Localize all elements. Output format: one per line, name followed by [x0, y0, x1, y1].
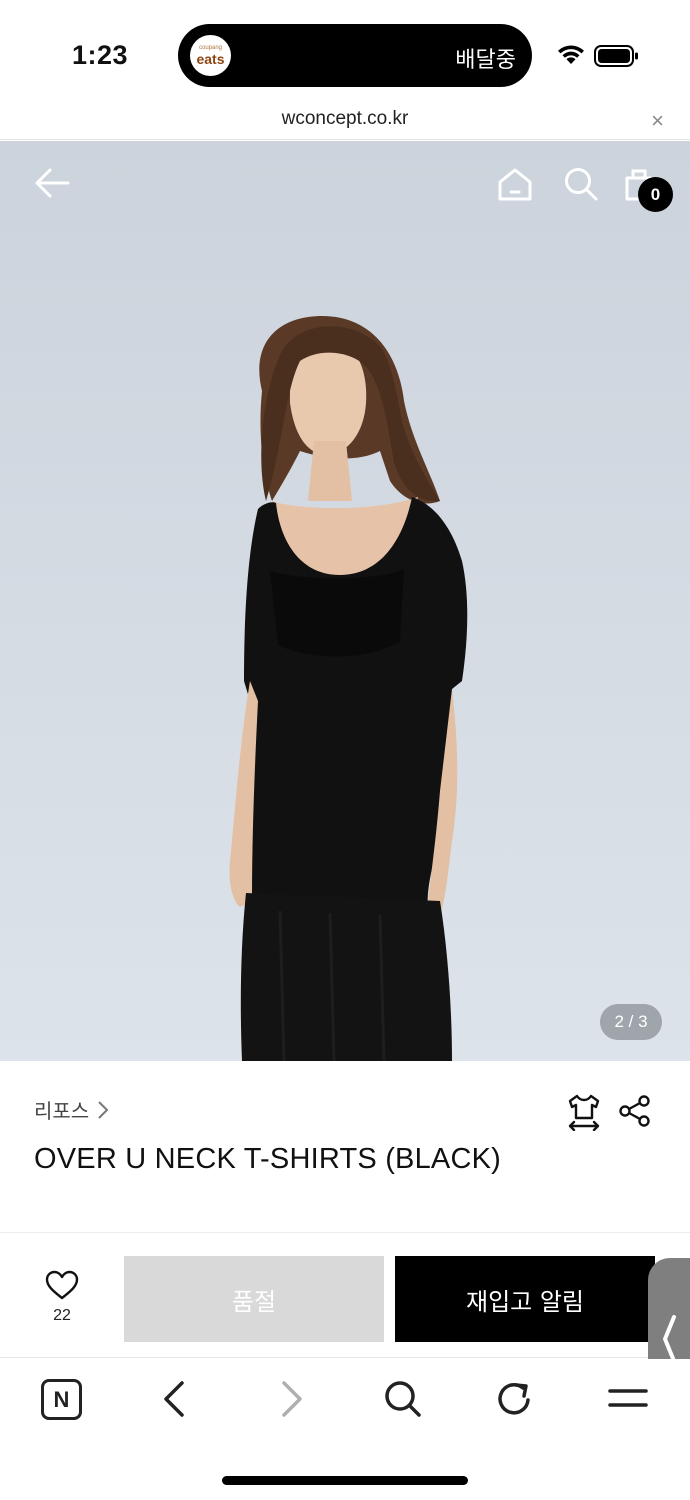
- status-bar: 1:23 coupang eats 배달중: [0, 0, 690, 104]
- home-icon[interactable]: [497, 167, 533, 201]
- restock-alert-button[interactable]: 재입고 알림: [395, 1256, 655, 1342]
- product-title: OVER U NECK T-SHIRTS (BLACK): [34, 1143, 502, 1175]
- naver-home-button[interactable]: N: [41, 1379, 82, 1420]
- brand-name: 리포스: [34, 1099, 90, 1123]
- browser-forward-icon[interactable]: [276, 1379, 306, 1419]
- chevron-right-icon: [98, 1100, 109, 1119]
- back-arrow-icon[interactable]: [34, 167, 70, 199]
- purchase-action-bar: 22 품절 재입고 알림: [0, 1234, 690, 1422]
- share-icon[interactable]: [618, 1095, 652, 1127]
- like-count: 22: [53, 1307, 71, 1324]
- brand-link[interactable]: 리포스: [34, 1095, 109, 1124]
- battery-icon: [594, 45, 638, 67]
- size-guide-icon[interactable]: [566, 1093, 602, 1131]
- cart-count-badge[interactable]: 0: [638, 177, 673, 212]
- wifi-icon: [558, 45, 584, 64]
- refresh-icon[interactable]: [496, 1379, 534, 1419]
- coupang-eats-logo: coupang eats: [190, 35, 231, 76]
- delivery-status-text: 배달중: [455, 48, 516, 73]
- like-button[interactable]: 22: [42, 1270, 82, 1325]
- sold-out-button[interactable]: 품절: [124, 1256, 384, 1342]
- logo-big-text: eats: [196, 51, 225, 67]
- product-photo: [0, 141, 690, 1061]
- browser-search-icon[interactable]: [383, 1379, 423, 1419]
- browser-url-bar[interactable]: wconcept.co.kr ×: [0, 104, 690, 140]
- menu-icon[interactable]: [608, 1379, 648, 1419]
- home-indicator[interactable]: [222, 1476, 468, 1485]
- status-time: 1:23: [72, 40, 129, 70]
- image-page-indicator: 2 / 3: [600, 1004, 662, 1040]
- product-info: 리포스 OVER U NECK T-SHIRTS (BLACK): [0, 1061, 690, 1233]
- naver-n-label: N: [53, 1386, 70, 1412]
- url-text[interactable]: wconcept.co.kr: [0, 108, 690, 130]
- dynamic-island-live-activity[interactable]: coupang eats 배달중: [178, 24, 532, 87]
- heart-icon: [45, 1270, 79, 1300]
- browser-toolbar: N: [0, 1359, 690, 1500]
- product-image-carousel[interactable]: [0, 141, 690, 1061]
- browser-back-icon[interactable]: [160, 1379, 190, 1419]
- chevron-left-icon: [663, 1315, 676, 1363]
- close-icon[interactable]: ×: [651, 108, 664, 134]
- search-icon[interactable]: [563, 166, 599, 202]
